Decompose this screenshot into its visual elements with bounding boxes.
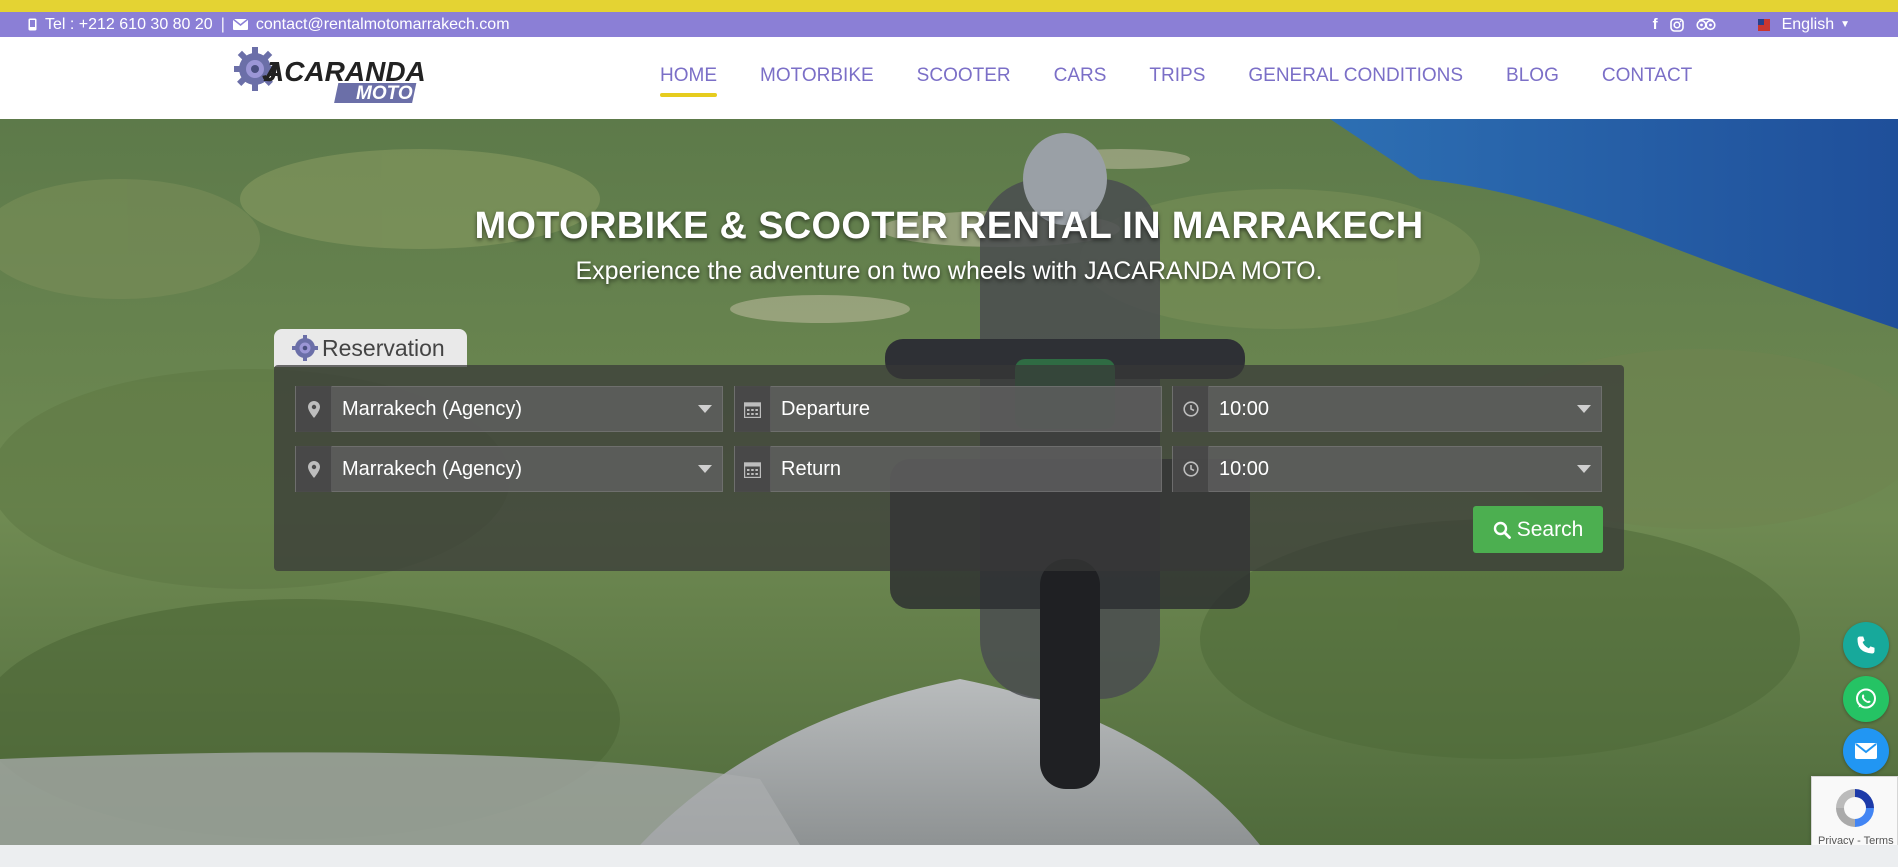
nav-item-trips[interactable]: TRIPS [1149,65,1205,97]
reservation-panel: Marrakech (Agency) Departure 10:00 Marra… [274,365,1624,571]
page-bottom-strip [0,845,1898,867]
search-button-label: Search [1516,517,1584,541]
hero-subtitle: Experience the adventure on two wheels w… [575,257,1323,285]
return-location-value: Marrakech (Agency) [342,457,523,480]
tripadvisor-icon[interactable] [1696,18,1716,31]
departure-time-select[interactable]: 10:00 [1172,386,1602,432]
return-date-input[interactable]: Return [734,446,1162,492]
mobile-phone-icon [28,18,37,31]
chevron-down-icon: ▼ [1840,19,1850,30]
facebook-icon[interactable]: f [1653,17,1658,32]
topbar-email[interactable]: contact@rentalmotomarrakech.com [256,16,510,34]
top-accent-bar [0,0,1898,12]
main-nav: HOME MOTORBIKE SCOOTER CARS TRIPS GENERA… [660,65,1692,97]
nav-item-cars[interactable]: CARS [1054,65,1107,97]
pickup-location-select[interactable]: Marrakech (Agency) [295,386,723,432]
recaptcha-icon [1832,785,1878,831]
chevron-down-icon [688,465,722,473]
chevron-down-icon [1567,405,1601,413]
envelope-icon [232,19,248,30]
topbar-phone[interactable]: Tel : +212 610 30 80 20 [45,16,213,34]
calendar-icon [735,386,771,432]
hero-section: MOTORBIKE & SCOOTER RENTAL IN MARRAKECH … [0,119,1898,845]
site-header: ACARANDA J MOTO HOME MOTORBIKE SCOOTER C… [0,37,1898,119]
departure-time-value: 10:00 [1219,397,1270,420]
map-marker-icon [296,386,332,432]
gear-logo-icon [292,335,318,361]
search-icon [1493,521,1511,539]
language-label: English [1781,15,1835,33]
chevron-down-icon [688,405,722,413]
nav-item-general-conditions[interactable]: GENERAL CONDITIONS [1248,65,1463,97]
clock-icon [1173,446,1209,492]
top-info-bar: Tel : +212 610 30 80 20 | contact@rental… [0,12,1898,37]
svg-text:J: J [262,56,279,87]
whatsapp-icon [1854,687,1878,711]
email-button[interactable] [1843,728,1889,774]
departure-date-input[interactable]: Departure [734,386,1162,432]
phone-call-button[interactable] [1843,622,1889,668]
search-button[interactable]: Search [1473,506,1603,553]
nav-item-scooter[interactable]: SCOOTER [917,65,1011,97]
nav-item-home[interactable]: HOME [660,65,717,97]
instagram-icon[interactable] [1669,17,1684,32]
return-time-value: 10:00 [1219,457,1270,480]
phone-icon [1856,635,1876,655]
clock-icon [1173,386,1209,432]
reservation-tab[interactable]: Reservation [274,329,467,367]
chevron-down-icon [1567,465,1601,473]
departure-date-placeholder: Departure [781,397,870,420]
language-selector[interactable]: English ▼ [1782,16,1850,34]
map-marker-icon [296,446,332,492]
svg-text:MOTO: MOTO [356,83,413,104]
return-time-select[interactable]: 10:00 [1172,446,1602,492]
calendar-icon [735,446,771,492]
hero-title: MOTORBIKE & SCOOTER RENTAL IN MARRAKECH [474,205,1424,247]
return-date-placeholder: Return [781,457,842,480]
return-location-select[interactable]: Marrakech (Agency) [295,446,723,492]
whatsapp-button[interactable] [1843,676,1889,722]
nav-item-contact[interactable]: CONTACT [1602,65,1692,97]
site-logo[interactable]: ACARANDA J MOTO [234,47,426,105]
recaptcha-badge[interactable]: Privacy - Terms [1811,776,1898,852]
nav-item-blog[interactable]: BLOG [1506,65,1559,97]
topbar-separator: | [220,15,225,33]
nav-item-motorbike[interactable]: MOTORBIKE [760,65,874,97]
pickup-location-value: Marrakech (Agency) [342,397,523,420]
flag-icon [1757,18,1770,31]
reservation-tab-label: Reservation [322,334,445,361]
mail-icon [1855,743,1877,759]
